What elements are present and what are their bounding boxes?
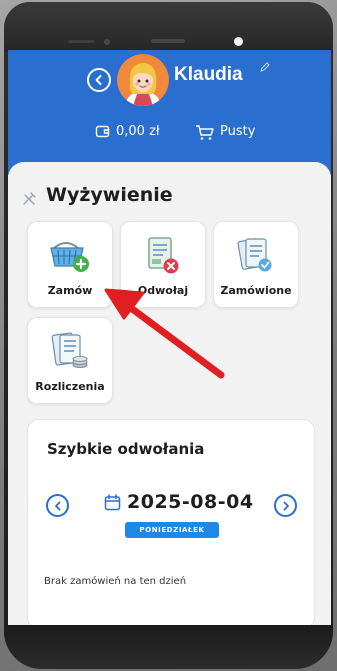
next-day-button[interactable] bbox=[274, 494, 297, 517]
empty-state-message: Brak zamówień na ten dzień bbox=[44, 576, 187, 587]
tile-label: Rozliczenia bbox=[35, 380, 105, 393]
username: Klaudia bbox=[174, 64, 243, 85]
main-panel: Wyżywienie Zamów Odwołaj Zamówione Rozli… bbox=[8, 162, 331, 625]
tile-order[interactable]: Zamów bbox=[27, 221, 113, 308]
speaker-grille bbox=[68, 40, 94, 43]
app-screen: Klaudia 0,00 zł Pusty Wyżywienie Zamów O… bbox=[8, 50, 331, 625]
cutlery-icon bbox=[23, 192, 36, 205]
balance-amount: 0,00 zł bbox=[116, 124, 160, 139]
avatar[interactable] bbox=[117, 54, 169, 106]
app-header: Klaudia 0,00 zł Pusty bbox=[8, 50, 331, 175]
tile-label: Zamówione bbox=[220, 284, 292, 297]
chevron-left-icon bbox=[95, 75, 102, 85]
basket-add-icon bbox=[50, 242, 89, 272]
cart-icon[interactable] bbox=[195, 124, 215, 141]
document-cancel-icon bbox=[148, 237, 179, 274]
front-camera bbox=[234, 37, 243, 46]
quick-cancel-card: Szybkie odwołania 2025-08-04 PONIEDZIAŁE… bbox=[27, 419, 315, 625]
cart-status[interactable]: Pusty bbox=[220, 124, 255, 139]
sensor-dot bbox=[104, 39, 110, 45]
tile-label: Odwołaj bbox=[137, 284, 189, 297]
phone-bottom-bezel bbox=[4, 625, 333, 669]
tile-label: Zamów bbox=[47, 284, 93, 297]
selected-date[interactable]: 2025-08-04 bbox=[127, 491, 254, 513]
weekday-badge: PONIEDZIAŁEK bbox=[125, 522, 219, 538]
back-button[interactable] bbox=[87, 68, 111, 92]
earpiece bbox=[151, 39, 185, 43]
chevron-left-icon bbox=[54, 501, 60, 510]
tile-billing[interactable]: Rozliczenia bbox=[27, 317, 113, 404]
tile-cancel[interactable]: Odwołaj bbox=[120, 221, 206, 308]
wallet-icon bbox=[95, 125, 110, 138]
calendar-icon bbox=[104, 494, 121, 511]
billing-icon bbox=[51, 332, 88, 368]
section-title: Wyżywienie bbox=[46, 184, 173, 206]
phone-top-bezel bbox=[4, 2, 333, 52]
tile-ordered[interactable]: Zamówione bbox=[213, 221, 299, 308]
pencil-icon[interactable] bbox=[260, 62, 270, 72]
document-check-icon bbox=[237, 238, 272, 272]
prev-day-button[interactable] bbox=[46, 494, 69, 517]
quick-cancel-title: Szybkie odwołania bbox=[47, 440, 205, 458]
chevron-right-icon bbox=[283, 501, 289, 510]
user-avatar-icon bbox=[117, 54, 169, 106]
